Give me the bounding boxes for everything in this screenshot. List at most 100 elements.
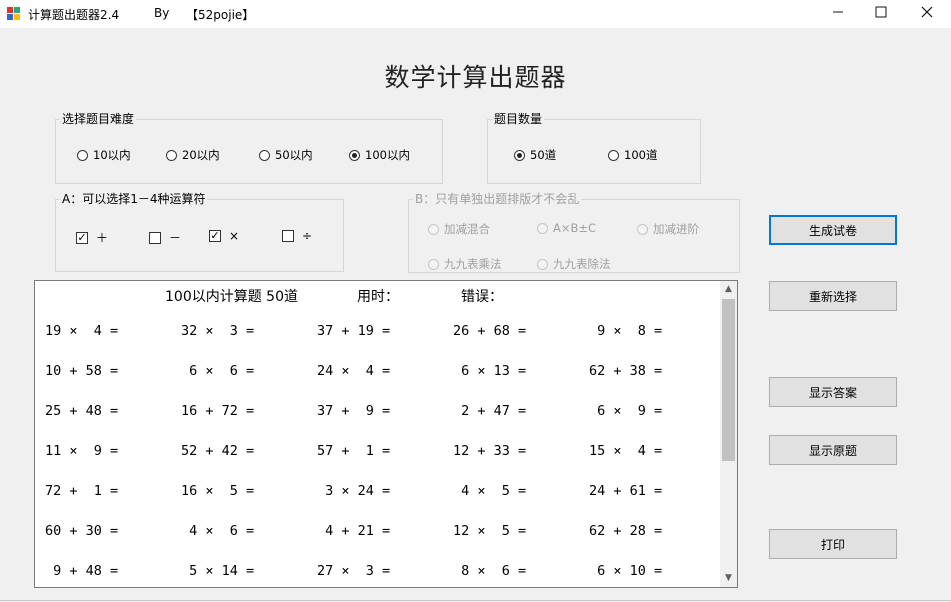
difficulty-radio-100[interactable]: 100以内 (349, 147, 410, 163)
worksheet-title: 100以内计算题 50道 (165, 289, 298, 305)
show-original-button[interactable]: 显示原题 (769, 435, 897, 465)
problem-cell: 52 + 42 = (181, 443, 255, 459)
problem-cell: 16 + 72 = (181, 403, 255, 419)
scroll-down-icon[interactable]: ▼ (720, 570, 737, 587)
scroll-thumb[interactable] (722, 299, 735, 461)
problem-row: 72 + 1 = 16 × 5 = 3 × 24 = 4 × 5 = 24 + 61… (35, 483, 725, 503)
problem-cell: 37 + 9 = (317, 403, 391, 419)
problem-cell: 6 × 13 = (453, 363, 527, 379)
errors-label: 错误： (461, 289, 503, 305)
generate-button[interactable]: 生成试卷 (769, 215, 897, 245)
problem-cell: 9 + 48 = (45, 563, 119, 579)
problem-cell: 26 + 68 = (453, 323, 527, 339)
problem-cell: 62 + 28 = (589, 523, 663, 539)
mode-b-legend: B：只有单独出题排版才不会乱 (413, 192, 582, 206)
problem-cell: 12 × 5 = (453, 523, 527, 539)
minimize-button[interactable] (815, 0, 861, 28)
operator-checkbox-divide[interactable]: ÷ (282, 229, 312, 243)
radio-icon (259, 149, 270, 161)
mode-b-radio-mixed[interactable]: 加减混合 (428, 221, 490, 237)
show-answers-button[interactable]: 显示答案 (769, 377, 897, 407)
difficulty-radio-20[interactable]: 20以内 (166, 147, 220, 163)
operator-checkbox-plus[interactable]: ✓ ＋ (76, 229, 108, 246)
difficulty-radio-10[interactable]: 10以内 (77, 147, 131, 163)
count-legend: 题目数量 (492, 112, 545, 126)
problem-cell: 62 + 38 = (589, 363, 663, 379)
problem-cell: 16 × 5 = (181, 483, 255, 499)
difficulty-group: 选择题目难度 10以内 20以内 50以内 100以内 (55, 112, 443, 184)
mode-b-label: 加减进阶 (653, 222, 699, 236)
checkbox-icon (282, 230, 294, 242)
window-by: By (154, 6, 170, 20)
operator-label: × (229, 229, 240, 243)
mode-b-label: 加减混合 (444, 222, 490, 236)
problem-cell: 15 × 4 = (589, 443, 663, 459)
maximize-button[interactable] (858, 0, 904, 28)
problem-cell: 6 × 6 = (181, 363, 255, 379)
count-radio-100[interactable]: 100道 (608, 147, 657, 163)
problem-row: 9 + 48 = 5 × 14 = 27 × 3 = 8 × 6 = 6 × 10… (35, 563, 725, 583)
difficulty-label: 100以内 (365, 148, 410, 162)
mode-b-radio-division-table[interactable]: 九九表除法 (537, 256, 611, 272)
window-tag: 【52pojie】 (186, 8, 255, 22)
count-label: 50道 (530, 148, 557, 162)
problem-cell: 12 + 33 = (453, 443, 527, 459)
problem-cell: 4 + 21 = (317, 523, 391, 539)
title-bar: 计算题出题器2.4 By 【52pojie】 (0, 0, 951, 28)
mode-b-group: B：只有单独出题排版才不会乱 加减混合 A×B±C 加减进阶 九九表乘法 九九表… (408, 192, 740, 273)
mode-b-radio-advanced[interactable]: 加减进阶 (637, 221, 699, 237)
operator-legend: A：可以选择1－4种运算符 (60, 192, 208, 206)
problem-cell: 10 + 58 = (45, 363, 119, 379)
page-title: 数学计算出题器 (384, 63, 567, 92)
mode-b-radio-axb[interactable]: A×B±C (537, 221, 596, 235)
checkbox-icon (149, 231, 161, 244)
radio-icon (428, 258, 439, 270)
maximize-icon (875, 6, 887, 18)
problem-cell: 24 × 4 = (317, 363, 391, 379)
count-radio-50[interactable]: 50道 (514, 147, 556, 163)
problem-cell: 2 + 47 = (453, 403, 527, 419)
problem-row: 19 × 4 = 32 × 3 = 37 + 19 = 26 + 68 = 9 × 8… (35, 323, 725, 343)
problem-cell: 4 × 5 = (453, 483, 527, 499)
close-button[interactable] (904, 0, 950, 28)
problem-cell: 3 × 24 = (317, 483, 391, 499)
reselect-button[interactable]: 重新选择 (769, 281, 897, 311)
problem-cell: 24 + 61 = (589, 483, 663, 499)
difficulty-label: 20以内 (182, 148, 220, 162)
radio-icon (428, 223, 439, 235)
problem-cell: 4 × 6 = (181, 523, 255, 539)
difficulty-legend: 选择题目难度 (60, 112, 137, 126)
window-title: 计算题出题器2.4 (28, 8, 120, 22)
problem-cell: 32 × 3 = (181, 323, 255, 339)
problem-row: 10 + 58 = 6 × 6 = 24 × 4 = 6 × 13 = 62 + 3… (35, 363, 725, 383)
time-label: 用时： (357, 289, 399, 305)
problem-cell: 6 × 10 = (589, 563, 663, 579)
window-bottom-edge (0, 600, 951, 601)
count-label: 100道 (624, 148, 658, 162)
problem-cell: 72 + 1 = (45, 483, 119, 499)
problem-cell: 6 × 9 = (589, 403, 663, 419)
problem-cell: 11 × 9 = (45, 443, 119, 459)
operator-checkbox-multiply[interactable]: ✓ × (209, 229, 239, 243)
mode-b-radio-times-table[interactable]: 九九表乘法 (428, 256, 502, 272)
problem-cell: 5 × 14 = (181, 563, 255, 579)
operator-label: ÷ (302, 229, 313, 243)
count-group: 题目数量 50道 100道 (487, 112, 701, 184)
problem-cell: 60 + 30 = (45, 523, 119, 539)
operator-label: ＋ (96, 231, 109, 245)
radio-icon (537, 258, 548, 270)
minimize-icon (833, 11, 843, 13)
radio-icon (537, 222, 548, 234)
operator-checkbox-minus[interactable]: － (149, 229, 181, 246)
problem-cell: 19 × 4 = (45, 323, 119, 339)
scroll-up-icon[interactable]: ▲ (720, 281, 737, 298)
difficulty-radio-50[interactable]: 50以内 (259, 147, 313, 163)
mode-b-label: 九九表乘法 (444, 257, 502, 271)
operator-label: － (169, 231, 182, 245)
radio-icon (77, 149, 88, 161)
vertical-scrollbar[interactable]: ▲ ▼ (720, 281, 737, 587)
radio-icon (166, 149, 177, 161)
worksheet-textbox[interactable]: 100以内计算题 50道 用时： 错误： 19 × 4 = 32 × 3 = 37 … (34, 280, 738, 588)
difficulty-label: 50以内 (275, 148, 313, 162)
print-button[interactable]: 打印 (769, 529, 897, 559)
